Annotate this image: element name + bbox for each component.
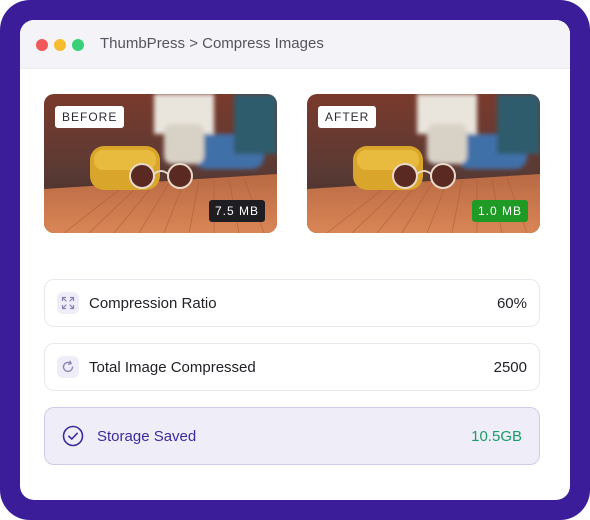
minimize-window-button[interactable]	[54, 39, 66, 51]
app-window: ThumbPress > Compress Images BEFORE 7.5 …	[20, 20, 570, 500]
storage-saved-card: Storage Saved 10.5GB	[44, 407, 540, 465]
check-circle-icon	[62, 425, 84, 447]
total-compressed-value: 2500	[493, 359, 527, 376]
total-compressed-label: Total Image Compressed	[89, 359, 256, 376]
before-label: BEFORE	[55, 106, 125, 128]
outer-frame: ThumbPress > Compress Images BEFORE 7.5 …	[0, 0, 590, 520]
expand-arrows-icon	[57, 292, 79, 314]
after-preview[interactable]: AFTER 1.0 MB	[307, 94, 540, 233]
refresh-icon	[57, 356, 79, 378]
after-label: AFTER	[318, 106, 377, 128]
window-title: ThumbPress > Compress Images	[100, 35, 324, 52]
storage-saved-value: 10.5GB	[471, 428, 522, 445]
total-compressed-row: Total Image Compressed 2500	[44, 343, 540, 391]
after-size-badge: 1.0 MB	[471, 200, 528, 222]
before-preview[interactable]: BEFORE 7.5 MB	[44, 94, 277, 233]
before-size-badge: 7.5 MB	[208, 200, 265, 222]
compression-ratio-label: Compression Ratio	[89, 295, 217, 312]
close-window-button[interactable]	[36, 39, 48, 51]
title-bar: ThumbPress > Compress Images	[20, 20, 570, 69]
maximize-window-button[interactable]	[72, 39, 84, 51]
compression-ratio-value: 60%	[496, 295, 527, 312]
compression-ratio-row: Compression Ratio 60%	[44, 279, 540, 327]
storage-saved-label: Storage Saved	[97, 428, 197, 445]
